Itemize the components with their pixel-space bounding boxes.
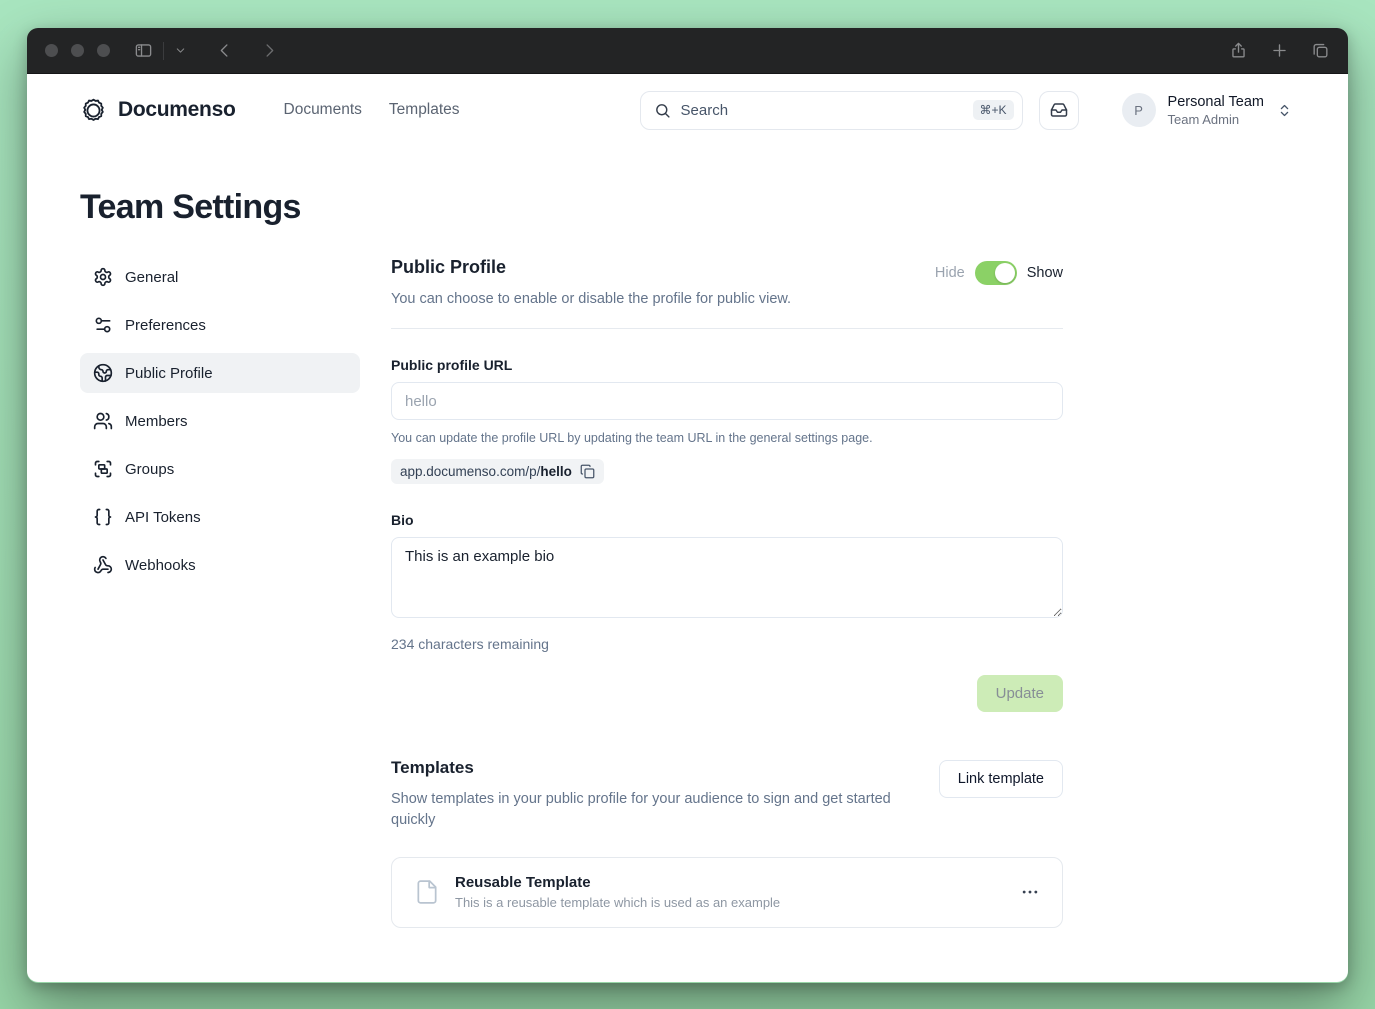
sidebar-item-label: Groups	[125, 461, 174, 478]
inbox-icon	[1050, 101, 1068, 119]
close-button[interactable]	[45, 44, 58, 57]
sidebar-toggle-icon[interactable]	[134, 41, 153, 60]
users-icon	[93, 411, 113, 431]
full-url-chip: app.documenso.com/p/hello	[391, 459, 604, 484]
toggle-knob	[995, 263, 1015, 283]
sidebar-item-label: Members	[125, 413, 188, 430]
team-selector[interactable]: P Personal Team Team Admin	[1122, 93, 1292, 127]
gear-icon	[93, 267, 113, 287]
main-nav: Documents Templates	[284, 101, 460, 119]
template-card-title: Reusable Template	[455, 874, 780, 891]
browser-window: Documenso Documents Templates ⌘+K P	[27, 28, 1348, 983]
forward-button[interactable]	[260, 41, 279, 60]
settings-sidebar: General Preferences Public Profile	[80, 257, 360, 928]
update-button[interactable]: Update	[977, 675, 1063, 712]
link-template-button[interactable]: Link template	[939, 760, 1063, 798]
full-url-prefix: app.documenso.com/p/	[400, 464, 540, 479]
braces-icon	[93, 507, 113, 527]
toggle-off-label: Hide	[935, 265, 965, 281]
section-description: You can choose to enable or disable the …	[391, 289, 791, 309]
titlebar-divider	[163, 42, 164, 60]
app-surface: Documenso Documents Templates ⌘+K P	[27, 74, 1348, 982]
profile-visibility-control: Hide Show	[935, 261, 1063, 285]
nav-templates[interactable]: Templates	[389, 101, 460, 119]
chevron-down-icon[interactable]	[174, 44, 187, 57]
full-url-slug: hello	[540, 464, 572, 479]
sidebar-item-label: Public Profile	[125, 365, 213, 382]
globe-icon	[93, 363, 113, 383]
sidebar-item-preferences[interactable]: Preferences	[80, 305, 360, 345]
templates-title: Templates	[391, 758, 936, 778]
profile-visibility-toggle[interactable]	[975, 261, 1017, 285]
file-icon	[414, 879, 440, 905]
share-button[interactable]	[1229, 41, 1248, 60]
sidebar-item-public-profile[interactable]: Public Profile	[80, 353, 360, 393]
team-role: Team Admin	[1168, 112, 1264, 127]
section-divider	[391, 328, 1063, 329]
ellipsis-icon	[1020, 882, 1040, 902]
browser-titlebar	[27, 28, 1348, 74]
sidebar-item-label: API Tokens	[125, 509, 201, 526]
characters-remaining: 234 characters remaining	[391, 636, 1063, 652]
sidebar-item-members[interactable]: Members	[80, 401, 360, 441]
brand[interactable]: Documenso	[80, 97, 236, 124]
sidebar-item-general[interactable]: General	[80, 257, 360, 297]
chevrons-up-down-icon	[1277, 103, 1292, 118]
copy-url-button[interactable]	[580, 464, 595, 479]
group-icon	[93, 459, 113, 479]
zoom-button[interactable]	[97, 44, 110, 57]
bio-field-label: Bio	[391, 512, 1063, 528]
sliders-icon	[93, 315, 113, 335]
new-tab-button[interactable]	[1270, 41, 1289, 60]
sidebar-item-label: Webhooks	[125, 557, 196, 574]
nav-documents[interactable]: Documents	[284, 101, 362, 119]
app-header: Documenso Documents Templates ⌘+K P	[80, 74, 1292, 146]
inbox-button[interactable]	[1039, 91, 1079, 130]
sidebar-item-label: Preferences	[125, 317, 206, 334]
more-options-button[interactable]	[1020, 882, 1040, 902]
settings-main: Public Profile You can choose to enable …	[391, 257, 1063, 928]
search-bar[interactable]: ⌘+K	[640, 91, 1023, 130]
search-shortcut-badge: ⌘+K	[973, 100, 1014, 120]
sidebar-item-api-tokens[interactable]: API Tokens	[80, 497, 360, 537]
back-button[interactable]	[215, 41, 234, 60]
team-name: Personal Team	[1168, 94, 1264, 110]
search-input[interactable]	[681, 102, 973, 119]
minimize-button[interactable]	[71, 44, 84, 57]
templates-section: Templates Show templates in your public …	[391, 758, 1063, 928]
url-field-label: Public profile URL	[391, 357, 1063, 373]
section-title: Public Profile	[391, 257, 791, 278]
bio-textarea[interactable]: This is an example bio	[391, 537, 1063, 618]
sidebar-item-groups[interactable]: Groups	[80, 449, 360, 489]
window-controls	[45, 44, 110, 57]
brand-name: Documenso	[118, 98, 236, 122]
templates-description: Show templates in your public profile fo…	[391, 789, 936, 830]
toggle-on-label: Show	[1027, 265, 1063, 281]
search-icon	[654, 102, 671, 119]
webhook-icon	[93, 555, 113, 575]
documenso-logo-icon	[80, 97, 107, 124]
sidebar-item-webhooks[interactable]: Webhooks	[80, 545, 360, 585]
public-profile-url-input[interactable]	[391, 382, 1063, 420]
sidebar-item-label: General	[125, 269, 178, 286]
template-card-description: This is a reusable template which is use…	[455, 895, 780, 910]
template-card: Reusable Template This is a reusable tem…	[391, 857, 1063, 928]
avatar: P	[1122, 93, 1156, 127]
url-helper-text: You can update the profile URL by updati…	[391, 431, 1063, 445]
page-title: Team Settings	[80, 188, 1292, 227]
tab-overview-button[interactable]	[1311, 41, 1330, 60]
